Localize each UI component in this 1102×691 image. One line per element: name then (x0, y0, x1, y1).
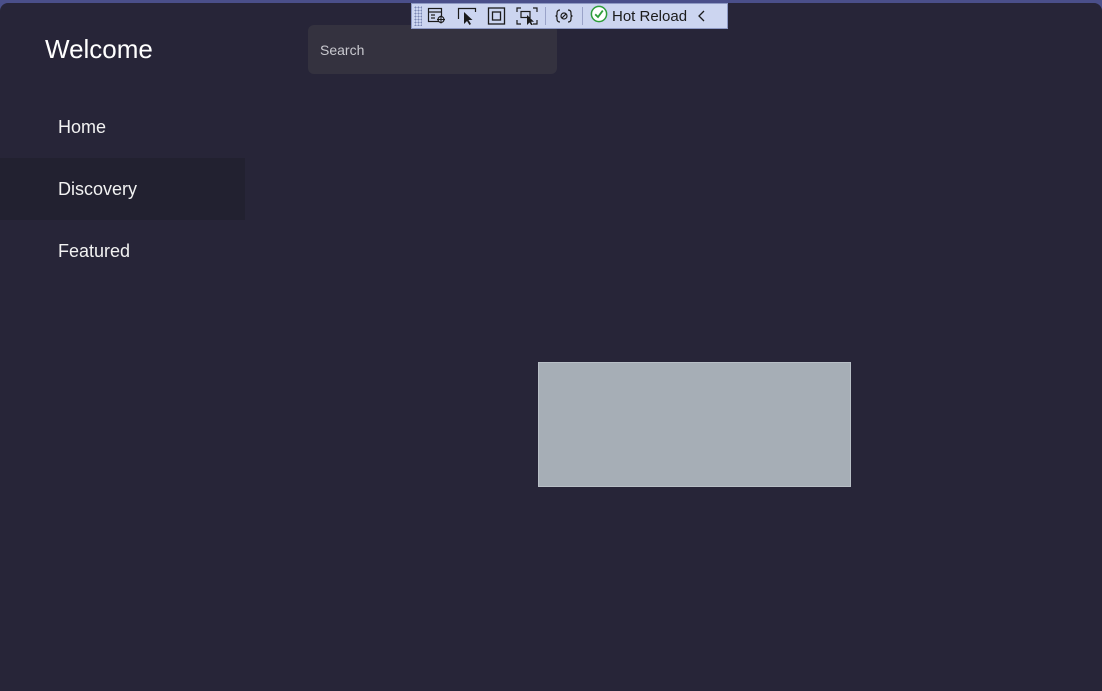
hot-reload-button[interactable]: Hot Reload (586, 4, 693, 28)
app-window: Welcome Home Discovery Featured (0, 3, 1102, 691)
sidebar-item-featured[interactable]: Featured (0, 220, 245, 282)
hot-reload-label: Hot Reload (612, 7, 688, 25)
sidebar-item-home[interactable]: Home (0, 96, 245, 158)
sidebar-nav: Home Discovery Featured (0, 96, 245, 282)
collapse-icon[interactable] (693, 4, 711, 28)
display-layout-adorners-icon[interactable] (482, 4, 512, 28)
track-focus-icon[interactable] (512, 4, 542, 28)
search-input[interactable] (308, 25, 557, 74)
live-visual-tree-icon[interactable] (422, 4, 452, 28)
select-element-icon[interactable] (452, 4, 482, 28)
toolbar-separator (582, 7, 583, 25)
toolbar-grip-handle[interactable] (414, 6, 422, 26)
sidebar-item-discovery[interactable]: Discovery (0, 158, 245, 220)
debug-toolbar: Hot Reload (411, 3, 728, 29)
binding-failures-icon[interactable] (549, 4, 579, 28)
page-title: Welcome (45, 34, 153, 64)
check-circle-icon (590, 5, 608, 28)
content-placeholder (538, 362, 851, 487)
toolbar-separator (545, 7, 546, 25)
